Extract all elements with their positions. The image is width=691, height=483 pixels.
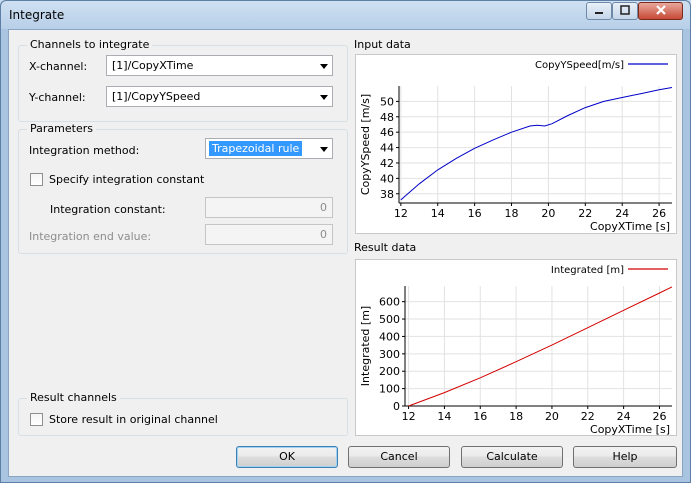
chevron-down-icon [320,147,328,152]
y-tick-label: 200 [379,365,400,378]
integrate-dialog: Integrate Channels to integrate X-channe… [0,0,691,483]
y-tick-label: 38 [380,188,394,201]
y-tick-label: 48 [380,111,394,124]
specify-constant-label[interactable]: Specify integration constant [49,173,204,186]
y-channel-select[interactable]: [1]/CopyYSpeed [106,86,333,107]
x-channel-select[interactable]: [1]/CopyXTime [106,55,333,76]
legend-label: Integrated [m] [551,265,624,276]
x-tick-label: 16 [468,207,482,220]
integration-method-select[interactable]: Trapezoidal rule [205,138,333,159]
y-tick-label: 300 [379,348,400,361]
x-channel-label: X-channel: [29,60,88,73]
result-data-title: Result data [354,241,417,254]
y-tick-label: 0 [393,400,400,413]
chevron-down-icon [320,64,328,69]
integration-method-value: Trapezoidal rule [209,141,303,156]
x-tick-label: 12 [402,410,416,423]
x-axis-label: CopyXTime [s] [590,220,670,233]
store-result-label[interactable]: Store result in original channel [49,413,218,426]
ok-button[interactable]: OK [236,446,338,468]
y-tick-label: 44 [380,142,394,155]
x-tick-label: 24 [617,410,631,423]
result-channels-group-title: Result channels [27,391,120,404]
y-tick-label: 500 [379,313,400,326]
window-title: Integrate [9,8,65,22]
x-channel-value: [1]/CopyXTime [112,59,194,72]
x-tick-label: 14 [437,410,451,423]
legend-label: CopyYSpeed[m/s] [535,60,624,71]
cancel-button[interactable]: Cancel [348,446,450,468]
y-axis-label: CopyYSpeed [m/s] [359,94,372,195]
integration-method-label: Integration method: [29,144,140,157]
x-axis-label: CopyXTime [s] [590,423,670,435]
y-tick-label: 40 [380,172,394,185]
input-data-title: Input data [354,38,411,51]
channels-group-title: Channels to integrate [27,38,153,51]
y-axis-label: Integrated [m] [359,306,372,386]
integration-constant-field[interactable]: 0 [205,197,333,218]
x-tick-label: 24 [615,207,629,220]
x-tick-label: 18 [509,410,523,423]
y-tick-label: 50 [380,95,394,108]
x-tick-label: 20 [545,410,559,423]
x-tick-label: 18 [505,207,519,220]
x-tick-label: 22 [578,207,592,220]
y-channel-value: [1]/CopyYSpeed [112,90,201,103]
input-chart-svg: 12 14 16 18 20 22 24 26 38 40 42 44 46 48 50 CopyYSpeed… [359,60,673,233]
x-tick-label: 22 [581,410,595,423]
integration-constant-value: 0 [320,201,327,214]
store-result-checkbox[interactable] [30,413,43,426]
x-tick-label: 26 [652,410,666,423]
maximize-button[interactable] [612,2,638,20]
specify-constant-checkbox[interactable] [30,173,43,186]
integration-constant-label: Integration constant: [50,203,166,216]
integration-end-value: 0 [320,228,327,241]
result-chart-svg: 12 14 16 18 20 22 24 26 0 100 200 300 400 500 600 Integ… [359,265,673,436]
y-channel-label: Y-channel: [29,91,86,104]
y-tick-label: 600 [379,296,400,309]
x-tick-label: 12 [394,207,408,220]
dialog-body: Channels to integrate X-channel: [1]/Cop… [8,29,683,477]
maximize-icon [620,5,630,15]
x-tick-label: 16 [473,410,487,423]
result-chart: 12 14 16 18 20 22 24 26 0 100 200 300 400 500 600 Integ… [355,259,677,436]
minimize-icon [595,12,603,14]
y-tick-label: 42 [380,157,394,170]
x-tick-label: 20 [541,207,555,220]
x-tick-label: 14 [431,207,445,220]
series-line [400,87,673,201]
input-chart: 12 14 16 18 20 22 24 26 38 40 42 44 46 48 50 CopyYSpeed… [355,54,677,234]
parameters-group-title: Parameters [27,122,96,135]
y-tick-label: 100 [379,383,400,396]
y-tick-label: 46 [380,126,394,139]
chevron-down-icon [320,95,328,100]
close-button[interactable] [638,2,683,20]
close-icon [655,5,666,15]
x-tick-label: 26 [652,207,666,220]
help-button[interactable]: Help [573,446,677,468]
y-tick-label: 400 [379,330,400,343]
minimize-button[interactable] [586,2,612,20]
integration-end-field[interactable]: 0 [205,224,333,245]
title-bar[interactable]: Integrate [1,1,690,29]
integration-end-label: Integration end value: [29,230,152,243]
calculate-button[interactable]: Calculate [461,446,563,468]
